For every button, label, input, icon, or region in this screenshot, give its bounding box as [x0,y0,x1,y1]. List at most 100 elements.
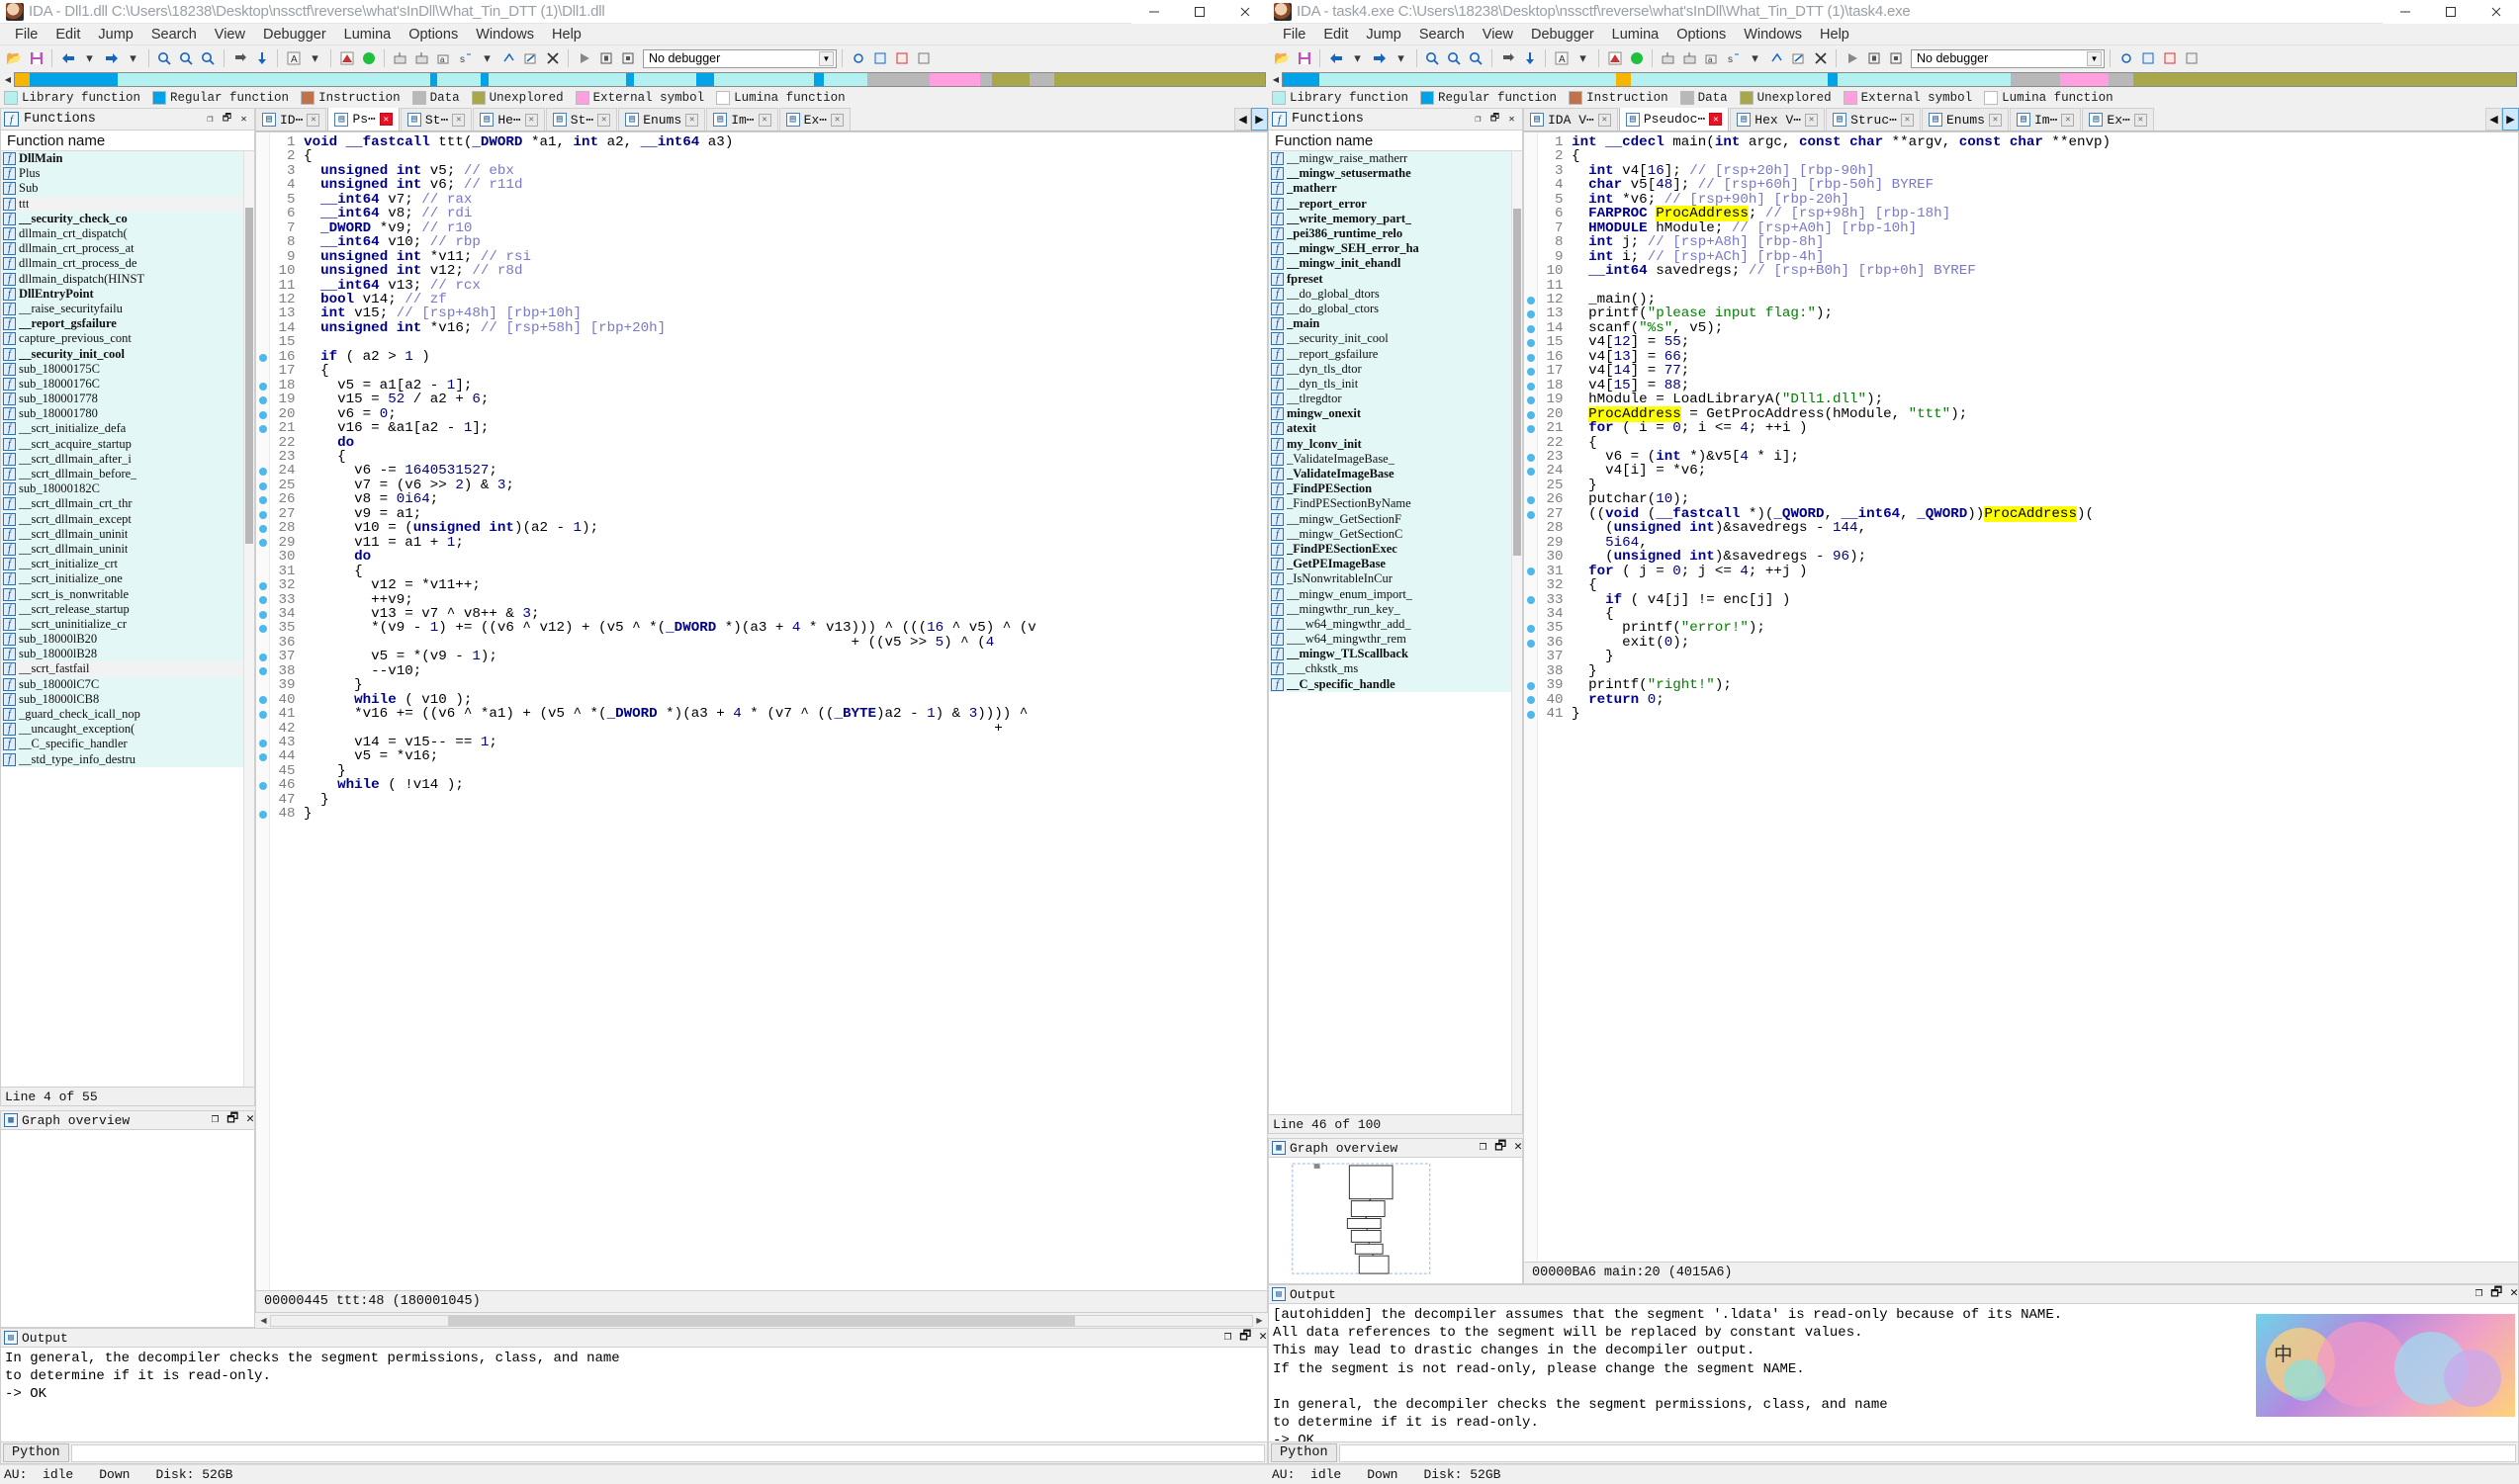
output-title-bar-right[interactable]: ▤ Output ❐ 🗗 ✕ [1268,1284,2519,1304]
delete-icon[interactable] [1810,48,1831,69]
output-restore-icon[interactable]: ❐ [2475,1285,2483,1300]
breakpoint-marker[interactable] [1524,322,1537,336]
navigator-band-left[interactable]: ◀ [0,71,1268,88]
python-button-right[interactable]: Python [1271,1443,1337,1462]
minimize-button[interactable] [2383,0,2428,24]
forward-dropdown-icon[interactable]: ▾ [123,48,143,69]
breakpoint-marker[interactable] [1524,451,1537,465]
debug-pause-icon[interactable] [1863,48,1884,69]
graph-restore-icon[interactable]: ❐ [1480,1139,1487,1154]
gutter-cell[interactable] [256,150,269,164]
gutter-cell[interactable] [1524,179,1537,193]
menu-search[interactable]: Search [1410,25,1474,44]
breakpoint-gutter-right[interactable] [1524,132,1538,1262]
tab-st[interactable]: ▤ St⋯ ✕ [545,108,618,131]
graph-overview-title-bar-right[interactable]: ▦ Graph overview ❐ 🗗 ✕ [1268,1138,1523,1158]
tab-scroll-right-icon[interactable]: ▶ [2502,108,2519,131]
list-item[interactable]: f __scrt_dllmain_except [1,511,254,527]
scroll-thumb[interactable] [447,1315,1076,1326]
forward-arrow-icon[interactable] [101,48,122,69]
run-icon[interactable] [1626,48,1647,69]
tab-close-icon[interactable]: ✕ [2133,113,2147,127]
panel-close-icon[interactable]: ✕ [236,112,251,127]
tab-id[interactable]: ▤ ID⋯ ✕ [255,108,327,131]
list-item[interactable]: f dllmain_crt_process_de [1,256,254,272]
breakpoint-marker[interactable] [1524,407,1537,421]
output-close-icon[interactable]: ✕ [1259,1329,1267,1344]
open-file-icon[interactable]: 📂 [1272,48,1293,69]
make-string-icon[interactable]: a [1701,48,1722,69]
ascii-dropdown-icon[interactable]: ▾ [305,48,325,69]
gutter-cell[interactable] [256,551,269,565]
menu-jump[interactable]: Jump [1357,25,1409,44]
pseudocode-text-right[interactable]: 1 int __cdecl main(int argc, const char … [1538,132,2518,1262]
gutter-cell[interactable] [1524,664,1537,678]
navigator-strip[interactable] [1282,72,2517,87]
functions-list-right[interactable]: f __mingw_raise_matherr f __mingw_setuserma… [1268,151,1523,1115]
list-item[interactable]: f _matherr [1269,181,1522,197]
list-item[interactable]: f __write_memory_part_ [1269,211,1522,226]
list-item[interactable]: f __mingwthr_run_key_ [1269,601,1522,617]
save-icon[interactable] [1294,48,1314,69]
list-item[interactable]: f dllmain_dispatch(HINST [1,271,254,287]
tab-im[interactable]: ▤ Im⋯ ✕ [706,108,778,131]
breakpoint-marker[interactable] [1524,622,1537,636]
forward-dropdown-icon[interactable]: ▾ [1391,48,1411,69]
gutter-cell[interactable] [1524,607,1537,621]
edit-function-icon[interactable] [520,48,541,69]
gutter-cell[interactable] [256,764,269,778]
menu-edit[interactable]: Edit [46,25,89,44]
functions-panel-title-bar[interactable]: f Functions ❐ 🗗 ✕ [1268,108,1523,130]
list-item[interactable]: f ttt [1,196,254,212]
menu-debugger[interactable]: Debugger [1522,25,1603,44]
breakpoint-marker[interactable] [256,708,269,722]
list-item[interactable]: f __mingw_TLScallback [1269,647,1522,662]
output-float-icon[interactable]: 🗗 [2490,1285,2502,1300]
list-item[interactable]: f sub_18000182C [1,481,254,497]
menu-view[interactable]: View [1474,25,1522,44]
gutter-cell[interactable] [1524,279,1537,293]
list-item[interactable]: f __scrt_initialize_one [1,571,254,587]
chevron-down-icon[interactable]: ▼ [819,50,834,66]
graph-float-icon[interactable]: 🗗 [226,1111,238,1126]
gutter-cell[interactable] [256,222,269,236]
breakpoint-marker[interactable] [1524,379,1537,393]
debugger-select[interactable]: No debugger ▼ [1911,48,2105,68]
breakpoint-marker[interactable] [1524,365,1537,379]
warning-icon[interactable] [336,48,357,69]
list-item[interactable]: f Plus [1,166,254,182]
pseudocode-text-left[interactable]: 1 void __fastcall ttt(_DWORD *a1, int a2… [270,132,1267,1290]
jump-down-icon[interactable] [1519,48,1540,69]
list-item[interactable]: f DllMain [1,151,254,167]
menu-lumina[interactable]: Lumina [335,25,401,44]
tab-close-icon[interactable]: ✕ [758,113,771,127]
tab-he[interactable]: ▤ He⋯ ✕ [473,108,545,131]
tab-close-icon[interactable]: ✕ [831,113,845,127]
tab-close-icon[interactable]: ✕ [1988,113,2002,127]
gutter-cell[interactable] [1524,208,1537,221]
functions-column-header[interactable]: Function name [1268,130,1523,151]
edit-function-icon[interactable] [1788,48,1809,69]
debugger-select[interactable]: No debugger ▼ [643,48,837,68]
list-item[interactable]: f ___w64_mingwthr_add_ [1269,616,1522,632]
forward-arrow-icon[interactable] [1369,48,1390,69]
gutter-cell[interactable] [1524,551,1537,565]
gutter-cell[interactable] [1524,536,1537,550]
list-item[interactable]: f _guard_check_icall_nop [1,706,254,723]
search-text-icon[interactable] [176,48,197,69]
breakpoint-marker[interactable] [1524,336,1537,350]
maximize-button[interactable] [1177,0,1222,24]
panel-restore-icon[interactable]: ❐ [203,112,218,127]
breakpoint-marker[interactable] [1524,693,1537,707]
tab-close-icon[interactable]: ✕ [2061,113,2075,127]
menu-windows[interactable]: Windows [1735,25,1811,44]
menu-options[interactable]: Options [1667,25,1735,44]
gutter-cell[interactable] [256,265,269,279]
back-arrow-icon[interactable] [1325,48,1346,69]
python-command-input-left[interactable] [70,1443,1265,1462]
make-code-icon[interactable] [1658,48,1678,69]
breakpoint-marker[interactable] [256,507,269,521]
menu-search[interactable]: Search [142,25,206,44]
menu-jump[interactable]: Jump [89,25,141,44]
list-item[interactable]: f __scrt_initialize_crt [1,557,254,572]
